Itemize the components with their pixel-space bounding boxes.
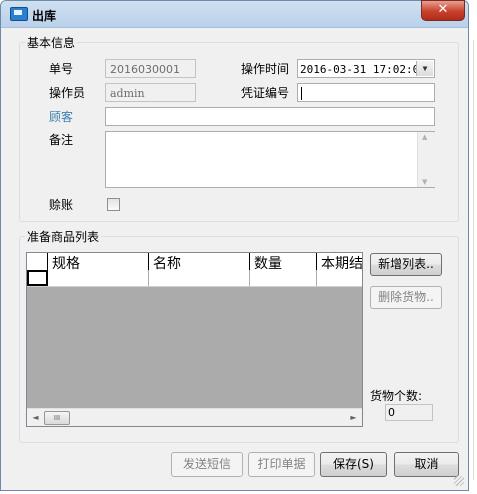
goods-table[interactable]: 规格 名称 数量 本期结 ◄ III ► bbox=[26, 252, 363, 427]
customer-label[interactable]: 顾客 bbox=[49, 108, 73, 125]
op-time-label: 操作时间 bbox=[241, 62, 290, 76]
row-selector[interactable] bbox=[27, 270, 48, 286]
goods-table-header: 规格 名称 数量 本期结 bbox=[27, 253, 362, 271]
table-row[interactable] bbox=[27, 270, 362, 287]
send-sms-button[interactable]: 发送短信 bbox=[171, 452, 243, 477]
op-time-picker[interactable]: 2016-03-31 17:02:04 ▼ bbox=[297, 59, 435, 78]
voucher-label: 凭证编号 bbox=[241, 86, 290, 100]
remark-textarea[interactable] bbox=[105, 131, 435, 188]
goods-group-label: 准备商品列表 bbox=[25, 228, 102, 245]
op-time-value: 2016-03-31 17:02:04 bbox=[300, 63, 426, 76]
outbound-dialog: 出库 ✕ 基本信息 单号 2016030001 操作时间 2016-03-31 … bbox=[0, 0, 469, 491]
chevron-down-icon: ▼ bbox=[422, 64, 428, 73]
customer-input[interactable] bbox=[105, 107, 435, 126]
column-header-spec[interactable]: 规格 bbox=[48, 253, 149, 270]
delete-goods-button[interactable]: 删除货物.. bbox=[370, 286, 442, 309]
window-app-icon bbox=[10, 7, 28, 21]
column-header-period[interactable]: 本期结 bbox=[317, 253, 362, 270]
operator-field: admin bbox=[105, 83, 196, 102]
new-list-button[interactable]: 新增列表.. bbox=[370, 253, 442, 276]
goods-count-field: 0 bbox=[385, 404, 433, 421]
basic-info-group-label: 基本信息 bbox=[25, 34, 78, 51]
goods-table-hscrollbar[interactable]: ◄ III ► bbox=[27, 408, 362, 426]
resize-grip-icon[interactable] bbox=[454, 476, 464, 486]
order-no-label: 单号 bbox=[49, 62, 74, 76]
title-bar[interactable]: 出库 ✕ bbox=[1, 0, 468, 28]
remark-label: 备注 bbox=[49, 133, 74, 147]
goods-count-label: 货物个数: bbox=[370, 389, 423, 403]
print-button[interactable]: 打印单据 bbox=[248, 452, 315, 477]
column-header-name[interactable]: 名称 bbox=[149, 253, 250, 270]
cancel-button[interactable]: 取消 bbox=[394, 452, 459, 477]
scroll-up-icon[interactable]: ▲ bbox=[422, 133, 427, 141]
scroll-left-icon[interactable]: ◄ bbox=[27, 409, 44, 426]
voucher-input[interactable] bbox=[297, 83, 435, 102]
table-cell-period[interactable] bbox=[317, 270, 362, 286]
row-header-corner bbox=[27, 253, 48, 270]
credit-checkbox[interactable] bbox=[107, 198, 120, 211]
window-edge bbox=[470, 0, 477, 494]
table-cell-name[interactable] bbox=[149, 270, 250, 286]
remark-scrollbar[interactable]: ▲ ▼ bbox=[417, 132, 435, 187]
close-button[interactable]: ✕ bbox=[421, 0, 465, 21]
scroll-right-icon[interactable]: ► bbox=[345, 409, 362, 426]
scroll-thumb[interactable]: III bbox=[44, 411, 70, 425]
text-caret bbox=[301, 87, 302, 100]
operator-label: 操作员 bbox=[49, 86, 86, 100]
credit-label: 赊账 bbox=[49, 198, 74, 212]
op-time-dropdown-button[interactable]: ▼ bbox=[416, 61, 433, 76]
scroll-down-icon[interactable]: ▼ bbox=[422, 178, 427, 186]
close-icon: ✕ bbox=[437, 2, 449, 17]
column-header-quantity[interactable]: 数量 bbox=[250, 253, 317, 270]
table-cell-spec[interactable] bbox=[48, 270, 149, 286]
window-title: 出库 bbox=[32, 9, 57, 23]
order-no-field: 2016030001 bbox=[105, 59, 196, 78]
save-button[interactable]: 保存(S) bbox=[320, 452, 387, 477]
table-cell-quantity[interactable] bbox=[250, 270, 317, 286]
